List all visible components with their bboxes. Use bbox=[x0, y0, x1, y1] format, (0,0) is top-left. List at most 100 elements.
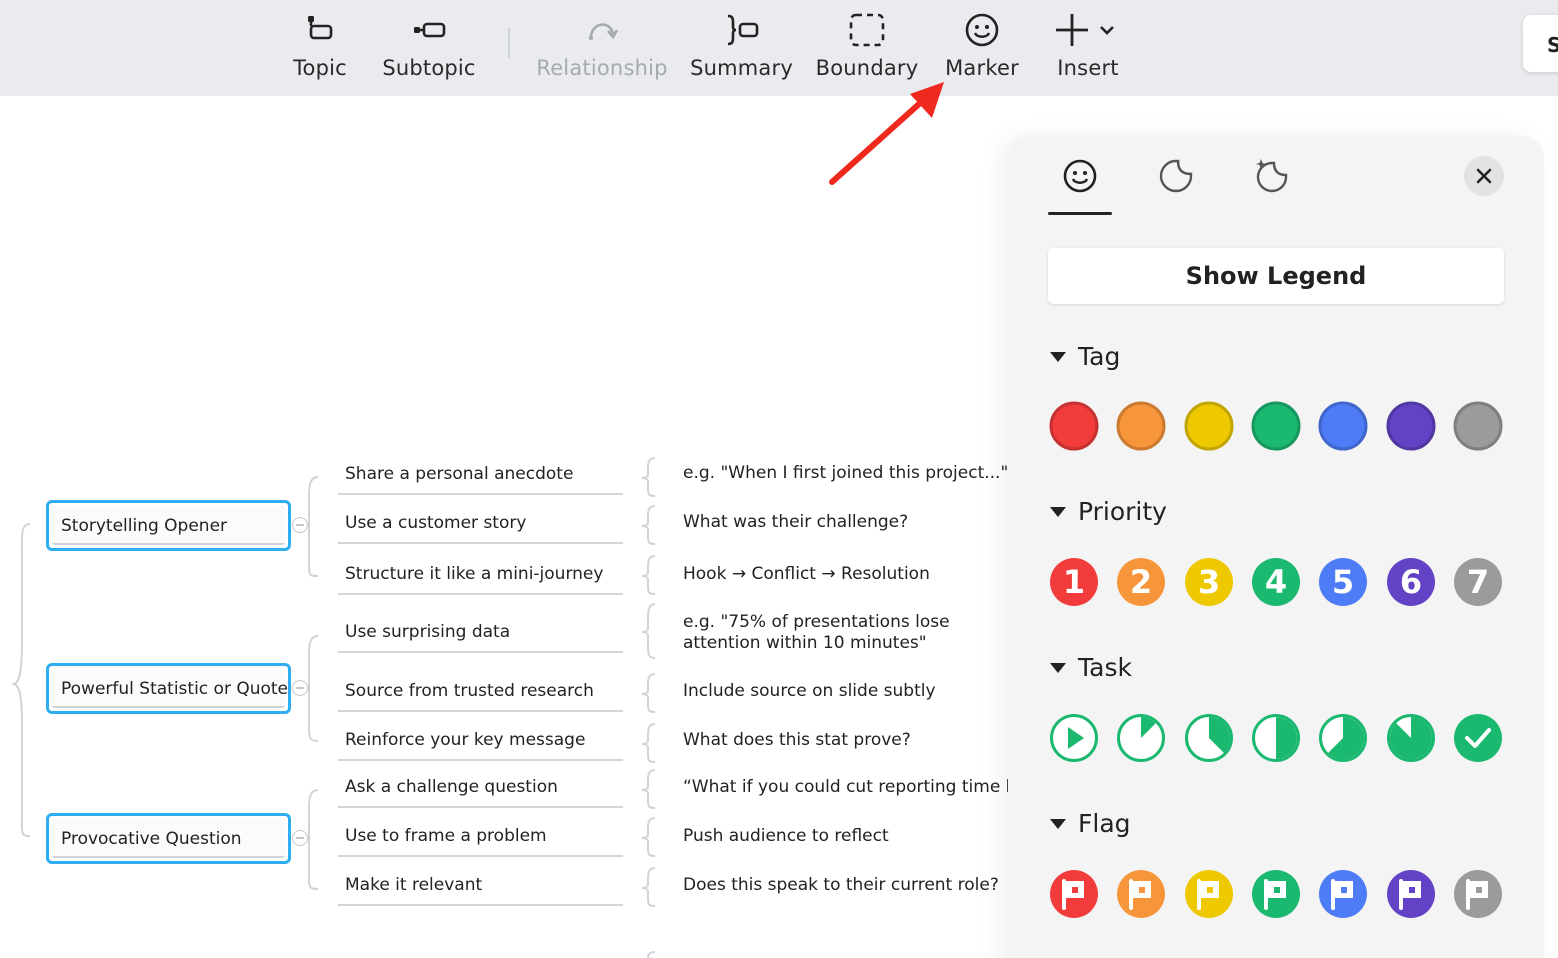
topic-label: Storytelling Opener bbox=[52, 506, 285, 545]
tag-marker[interactable] bbox=[1250, 400, 1302, 452]
smiley-icon bbox=[965, 13, 999, 47]
note-node[interactable]: e.g. "75% of presentations lose attentio… bbox=[676, 612, 1010, 654]
subtopic-button[interactable]: Subtopic bbox=[382, 0, 476, 96]
plus-icon bbox=[1056, 14, 1114, 46]
priority-marker[interactable]: 4 bbox=[1250, 556, 1302, 608]
section-tag-header[interactable]: Tag bbox=[1050, 342, 1120, 371]
priority-number: 4 bbox=[1265, 563, 1287, 601]
boundary-icon bbox=[849, 13, 885, 47]
task-progress-marker[interactable] bbox=[1183, 712, 1235, 764]
section-priority-header[interactable]: Priority bbox=[1050, 497, 1167, 526]
task-progress-marker[interactable] bbox=[1317, 712, 1369, 764]
priority-marker[interactable]: 6 bbox=[1385, 556, 1437, 608]
topic-node[interactable]: Provocative Question bbox=[46, 813, 291, 864]
flag-marker[interactable] bbox=[1452, 868, 1504, 920]
tag-marker[interactable] bbox=[1183, 400, 1235, 452]
subtopic-node[interactable]: Structure it like a mini-journey bbox=[338, 564, 623, 595]
relationship-button[interactable]: Relationship bbox=[536, 0, 667, 96]
relationship-label: Relationship bbox=[536, 56, 668, 80]
close-icon bbox=[1476, 168, 1492, 184]
section-title: Task bbox=[1078, 653, 1132, 682]
flag-marker[interactable] bbox=[1183, 868, 1235, 920]
tag-marker[interactable] bbox=[1385, 400, 1437, 452]
section-title: Priority bbox=[1078, 497, 1167, 526]
priority-number: 7 bbox=[1467, 563, 1489, 601]
note-node[interactable]: What does this stat prove? bbox=[676, 730, 1010, 751]
toolbar: Topic Subtopic Relationship Summary Boun… bbox=[0, 0, 1558, 96]
topic-node[interactable]: Storytelling Opener bbox=[46, 500, 291, 551]
show-legend-button[interactable]: Show Legend bbox=[1048, 248, 1504, 304]
collapse-toggle[interactable] bbox=[292, 680, 308, 696]
priority-marker[interactable]: 1 bbox=[1048, 556, 1100, 608]
subtopic-node[interactable]: Make it relevant bbox=[338, 875, 623, 906]
priority-marker[interactable]: 2 bbox=[1115, 556, 1167, 608]
note-node[interactable]: Push audience to reflect bbox=[676, 826, 1010, 847]
note-node[interactable]: Include source on slide subtly bbox=[676, 681, 1010, 702]
section-flag-header[interactable]: Flag bbox=[1050, 809, 1131, 838]
priority-marker[interactable]: 7 bbox=[1452, 556, 1504, 608]
summary-button[interactable]: Summary bbox=[690, 0, 793, 96]
subtopic-label: Subtopic bbox=[382, 56, 476, 80]
section-title: Tag bbox=[1078, 342, 1121, 371]
priority-marker[interactable]: 5 bbox=[1317, 556, 1369, 608]
summary-label: Summary bbox=[690, 56, 793, 80]
subtopic-icon bbox=[414, 22, 446, 38]
subtopic-node[interactable]: Reinforce your key message bbox=[338, 730, 623, 761]
share-button[interactable]: S bbox=[1523, 15, 1558, 72]
tag-marker[interactable] bbox=[1115, 400, 1167, 452]
flag-marker[interactable] bbox=[1115, 868, 1167, 920]
mind-map-canvas: Storytelling Opener Share a personal ane… bbox=[0, 96, 1010, 958]
subtopic-node[interactable]: Ask a challenge question bbox=[338, 777, 623, 808]
smiley-icon[interactable] bbox=[1060, 156, 1100, 196]
task-progress-marker[interactable] bbox=[1048, 712, 1100, 764]
tag-marker[interactable] bbox=[1048, 400, 1100, 452]
sparkle-sticker-icon[interactable] bbox=[1252, 156, 1292, 196]
flag-marker[interactable] bbox=[1048, 868, 1100, 920]
flag-marker[interactable] bbox=[1250, 868, 1302, 920]
insert-button[interactable]: Insert bbox=[1052, 0, 1124, 96]
task-progress-marker[interactable] bbox=[1452, 712, 1504, 764]
topic-button[interactable]: Topic bbox=[292, 0, 348, 96]
note-node[interactable]: e.g. "When I first joined this project..… bbox=[676, 463, 1010, 484]
collapse-triangle-icon bbox=[1050, 818, 1066, 829]
flag-marker[interactable] bbox=[1317, 868, 1369, 920]
flag-marker-row bbox=[1048, 868, 1504, 920]
priority-number: 5 bbox=[1332, 563, 1354, 601]
chevron-down-icon bbox=[1100, 26, 1114, 35]
summary-icon bbox=[727, 14, 758, 46]
collapse-toggle[interactable] bbox=[292, 830, 308, 846]
topic-label: Powerful Statistic or Quote bbox=[52, 669, 288, 708]
topic-icon bbox=[308, 16, 333, 40]
subtopic-node[interactable]: Use surprising data bbox=[338, 622, 623, 653]
marker-panel: Show Legend Tag Priority 1 2 3 4 5 6 7 Task Fl… bbox=[1008, 136, 1544, 958]
task-progress-marker[interactable] bbox=[1250, 712, 1302, 764]
topic-label: Provocative Question bbox=[52, 819, 285, 858]
task-progress-marker[interactable] bbox=[1385, 712, 1437, 764]
note-node[interactable]: What was their challenge? bbox=[676, 512, 1010, 533]
topic-node[interactable]: Powerful Statistic or Quote bbox=[46, 663, 291, 714]
subtopic-node[interactable]: Source from trusted research bbox=[338, 681, 623, 712]
subtopic-node[interactable]: Share a personal anecdote bbox=[338, 464, 623, 495]
annotation-arrow bbox=[829, 82, 944, 185]
priority-marker[interactable]: 3 bbox=[1183, 556, 1235, 608]
toolbar-divider bbox=[508, 28, 510, 58]
priority-number: 3 bbox=[1197, 563, 1219, 601]
insert-label: Insert bbox=[1057, 56, 1119, 80]
sticker-icon[interactable] bbox=[1156, 156, 1196, 196]
collapse-triangle-icon bbox=[1050, 662, 1066, 673]
collapse-triangle-icon bbox=[1050, 351, 1066, 362]
subtopic-node[interactable]: Use to frame a problem bbox=[338, 826, 623, 857]
note-node[interactable]: Does this speak to their current role? bbox=[676, 875, 1010, 896]
section-task-header[interactable]: Task bbox=[1050, 653, 1132, 682]
tag-marker[interactable] bbox=[1452, 400, 1504, 452]
task-progress-marker[interactable] bbox=[1115, 712, 1167, 764]
subtopic-node[interactable]: Use a customer story bbox=[338, 513, 623, 544]
tag-marker[interactable] bbox=[1317, 400, 1369, 452]
collapse-triangle-icon bbox=[1050, 506, 1066, 517]
note-node[interactable]: “What if you could cut reporting time by… bbox=[676, 777, 1010, 798]
note-node[interactable]: Hook → Conflict → Resolution bbox=[676, 564, 1010, 585]
active-tab-indicator bbox=[1048, 212, 1112, 215]
collapse-toggle[interactable] bbox=[292, 517, 308, 533]
flag-marker[interactable] bbox=[1385, 868, 1437, 920]
close-button[interactable] bbox=[1464, 156, 1504, 196]
